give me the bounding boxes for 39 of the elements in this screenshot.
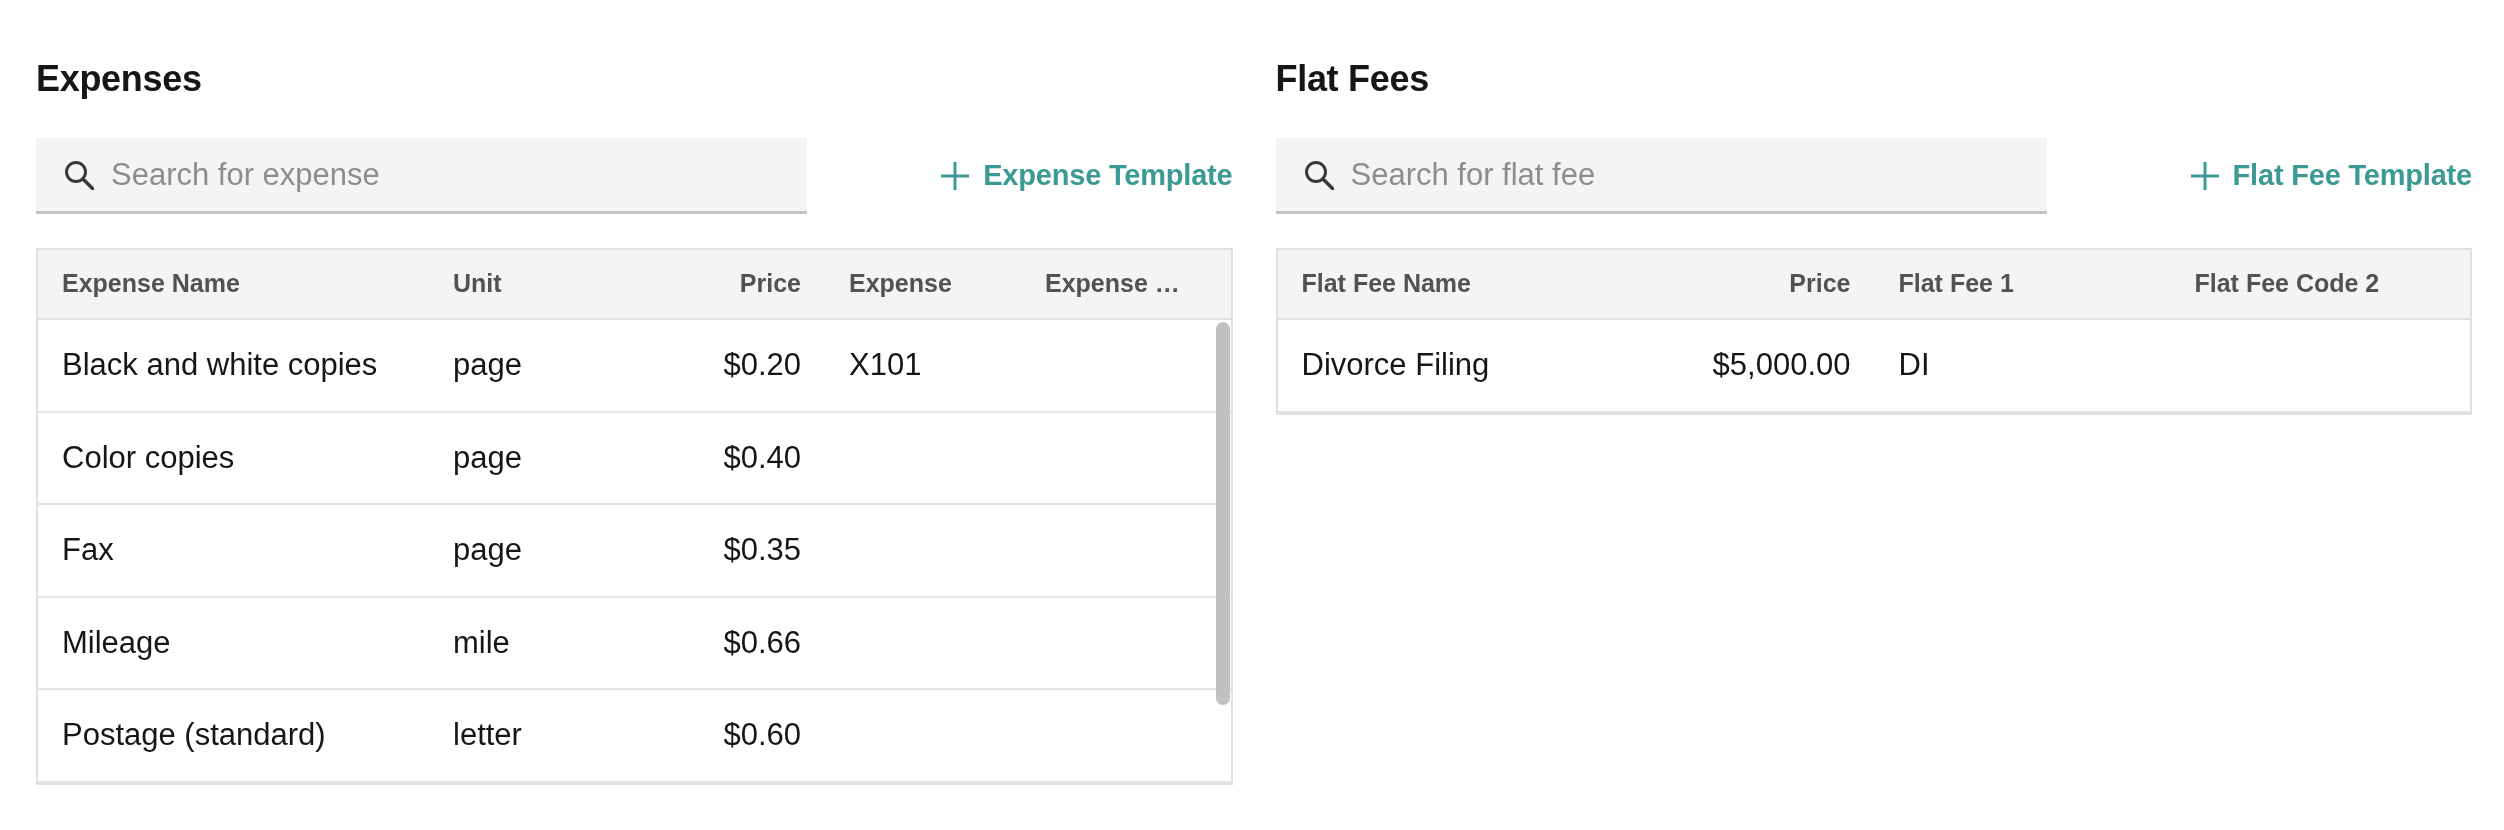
column-header: Expense [849,268,952,300]
column-header: Price [739,268,801,300]
search-icon [64,160,94,190]
table-cell-text: page [453,346,522,384]
table-cell-text: $0.40 [723,438,801,477]
table-cell-text: Mileage [62,623,171,662]
table-cell-text: Fax [62,531,114,569]
column-header: Price [1789,268,1851,300]
add-template-button[interactable]: Flat Fee Template [2190,146,2472,206]
table-cell-text: $0.60 [723,716,801,754]
table-cell-text: X101 [849,346,922,384]
table-cell-text: page [453,438,522,477]
table-cell-text: mile [453,623,510,662]
table-cell-text: page [453,531,522,569]
table-cell-text: $0.35 [723,531,801,569]
section-title: Flat Fees [1275,57,1429,101]
plus-icon [2190,162,2219,190]
table-cell-text: Postage (standard) [62,716,326,754]
table-cell-text: Color copies [62,438,235,477]
table-cell-text: Black and white copies [62,346,378,384]
column-header: Unit [453,268,502,300]
column-header: Expense … [1045,268,1180,300]
table-cell-text: $0.20 [723,346,801,384]
search-field[interactable]: Search for expense [36,138,807,214]
column-header: Flat Fee Name [1301,268,1471,300]
add-template-button[interactable]: Expense Template [941,146,1233,206]
table-cell-text: $5,000.00 [1712,346,1851,384]
table-cell-text: $0.66 [723,623,801,662]
search-field[interactable]: Search for flat fee [1275,138,2047,214]
column-header: Flat Fee Code 2 [2194,268,2380,300]
section-title: Expenses [36,57,202,101]
table-cell-text: DI [1898,346,1930,384]
column-header: Flat Fee 1 [1898,268,2014,300]
scrollbar-thumb[interactable] [1215,322,1230,705]
search-icon [1303,160,1334,190]
column-header: Expense Name [62,268,240,300]
table-cell-text: letter [453,716,522,754]
plus-icon [941,162,970,190]
table-cell-text: Divorce Filing [1301,346,1490,384]
